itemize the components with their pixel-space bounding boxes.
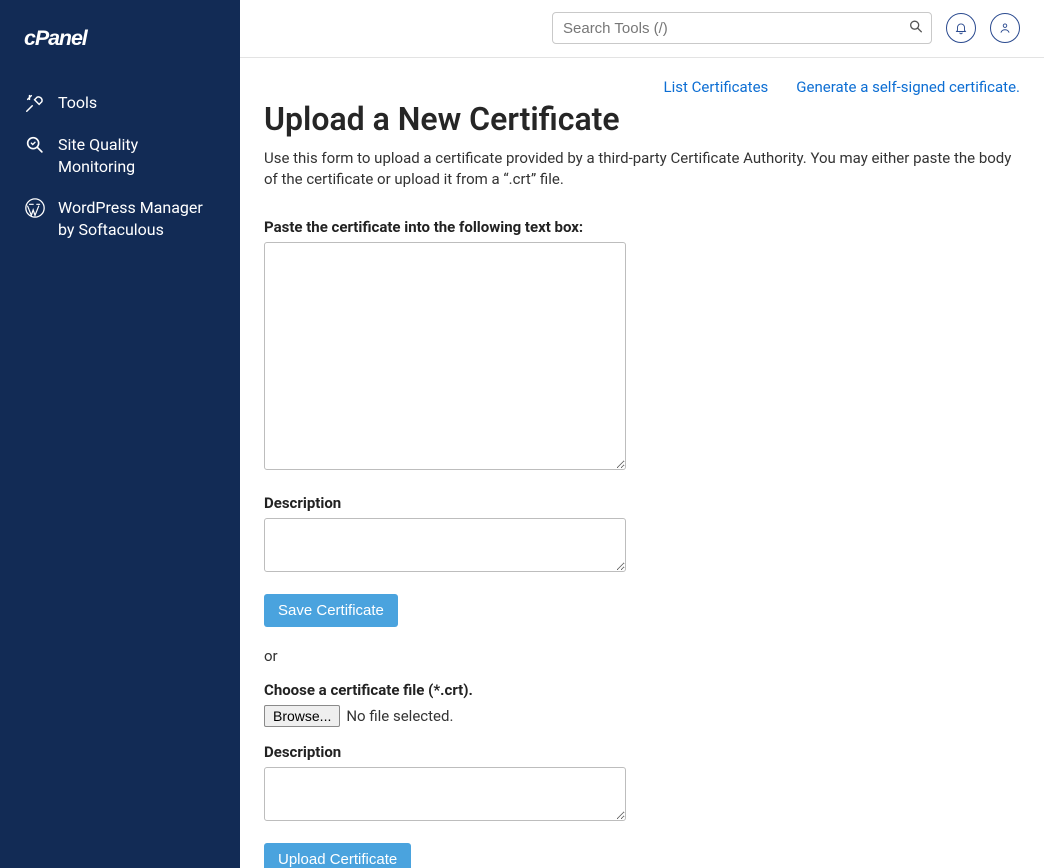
topbar <box>240 0 1044 58</box>
search-button[interactable] <box>906 17 926 40</box>
sidebar: cPanel Tools Site Quality Monitoring Wor… <box>0 0 240 868</box>
list-certificates-link[interactable]: List Certificates <box>664 78 769 96</box>
svg-text:cPanel: cPanel <box>24 26 89 50</box>
sidebar-item-site-quality[interactable]: Site Quality Monitoring <box>24 124 216 187</box>
choose-file-label: Choose a certificate file (*.crt). <box>264 681 1020 699</box>
magnifier-icon <box>24 134 46 156</box>
cpanel-logo: cPanel <box>24 24 216 54</box>
sidebar-item-tools[interactable]: Tools <box>24 82 216 124</box>
wordpress-icon <box>24 197 46 219</box>
sidebar-item-label: WordPress Manager by Softaculous <box>58 197 216 240</box>
page-title: Upload a New Certificate <box>264 100 1020 138</box>
certificate-textarea[interactable] <box>264 242 626 470</box>
user-icon <box>998 21 1012 35</box>
paste-certificate-label: Paste the certificate into the following… <box>264 218 1020 236</box>
or-separator: or <box>264 647 1020 665</box>
description-label: Description <box>264 494 1020 512</box>
generate-selfsigned-link[interactable]: Generate a self-signed certificate. <box>796 78 1020 96</box>
sidebar-item-label: Tools <box>58 92 97 114</box>
file-row: Browse... No file selected. <box>264 705 1020 727</box>
search-input[interactable] <box>552 12 932 44</box>
save-certificate-button[interactable]: Save Certificate <box>264 594 398 627</box>
description2-label: Description <box>264 743 1020 761</box>
browse-button[interactable]: Browse... <box>264 705 340 727</box>
file-status: No file selected. <box>346 707 453 725</box>
page-description: Use this form to upload a certificate pr… <box>264 148 1020 190</box>
tools-icon <box>24 92 46 114</box>
top-links: List Certificates Generate a self-signed… <box>264 78 1020 96</box>
search-wrap <box>552 12 932 44</box>
search-icon <box>908 19 924 35</box>
notifications-button[interactable] <box>946 13 976 43</box>
sidebar-item-label: Site Quality Monitoring <box>58 134 216 177</box>
description-textarea[interactable] <box>264 518 626 572</box>
description2-textarea[interactable] <box>264 767 626 821</box>
sidebar-item-wordpress[interactable]: WordPress Manager by Softaculous <box>24 187 216 250</box>
bell-icon <box>954 21 968 35</box>
main: List Certificates Generate a self-signed… <box>240 0 1044 868</box>
upload-certificate-button[interactable]: Upload Certificate <box>264 843 411 868</box>
content: List Certificates Generate a self-signed… <box>240 58 1044 868</box>
account-button[interactable] <box>990 13 1020 43</box>
